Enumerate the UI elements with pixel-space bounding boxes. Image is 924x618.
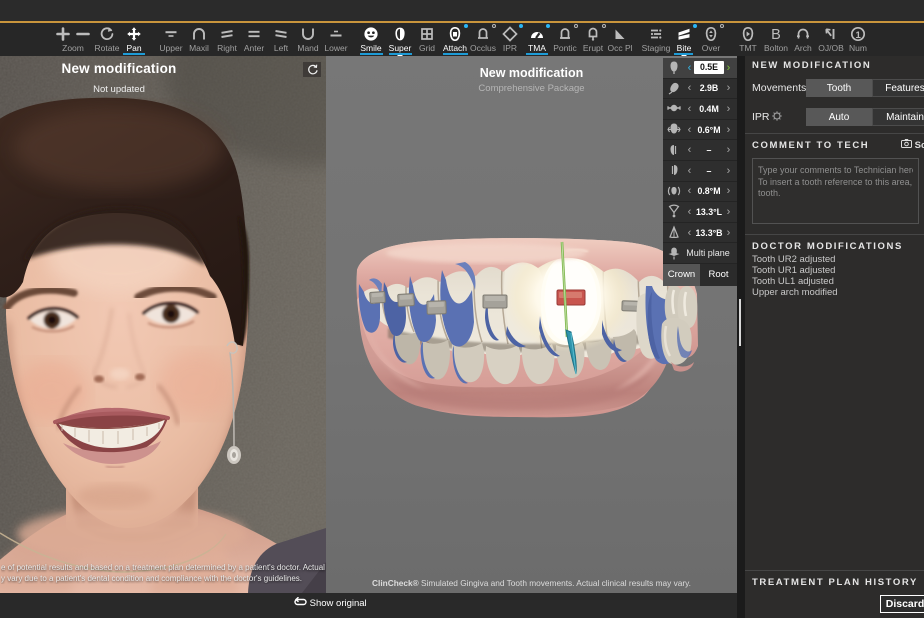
svg-text:B: B [771,27,781,42]
svg-text:1: 1 [856,30,862,41]
